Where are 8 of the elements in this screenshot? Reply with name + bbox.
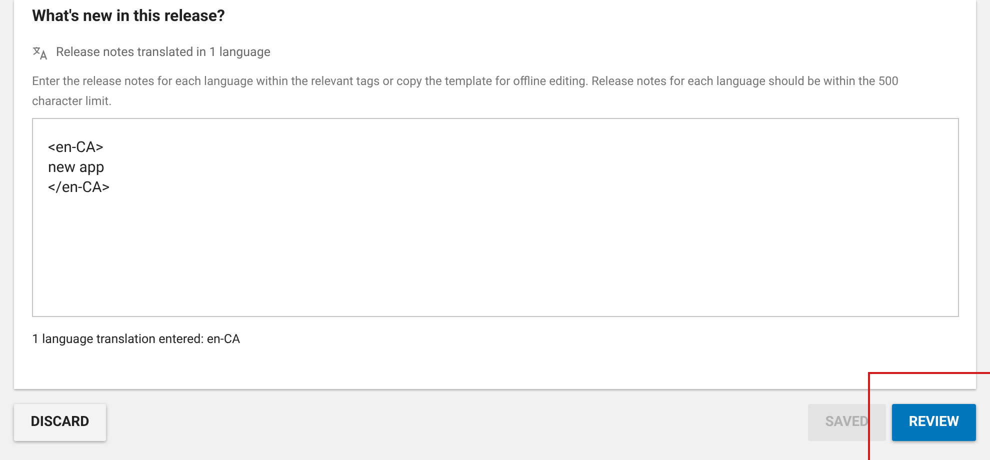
- translate-icon: [32, 46, 48, 60]
- entered-summary: 1 language translation entered: en-CA: [32, 330, 242, 349]
- section-title: What's new in this release?: [32, 6, 226, 26]
- discard-button[interactable]: DISCARD: [14, 404, 106, 441]
- release-notes-field[interactable]: <en-CA> new app </en-CA>: [32, 118, 959, 317]
- review-button[interactable]: REVIEW: [892, 404, 976, 441]
- translation-status: Release notes translated in 1 language: [56, 44, 270, 62]
- instructions-text: Enter the release notes for each language within the relevant tags or copy the template for offline editing. Release notes for each language should be within the 500 character limit.: [32, 72, 900, 110]
